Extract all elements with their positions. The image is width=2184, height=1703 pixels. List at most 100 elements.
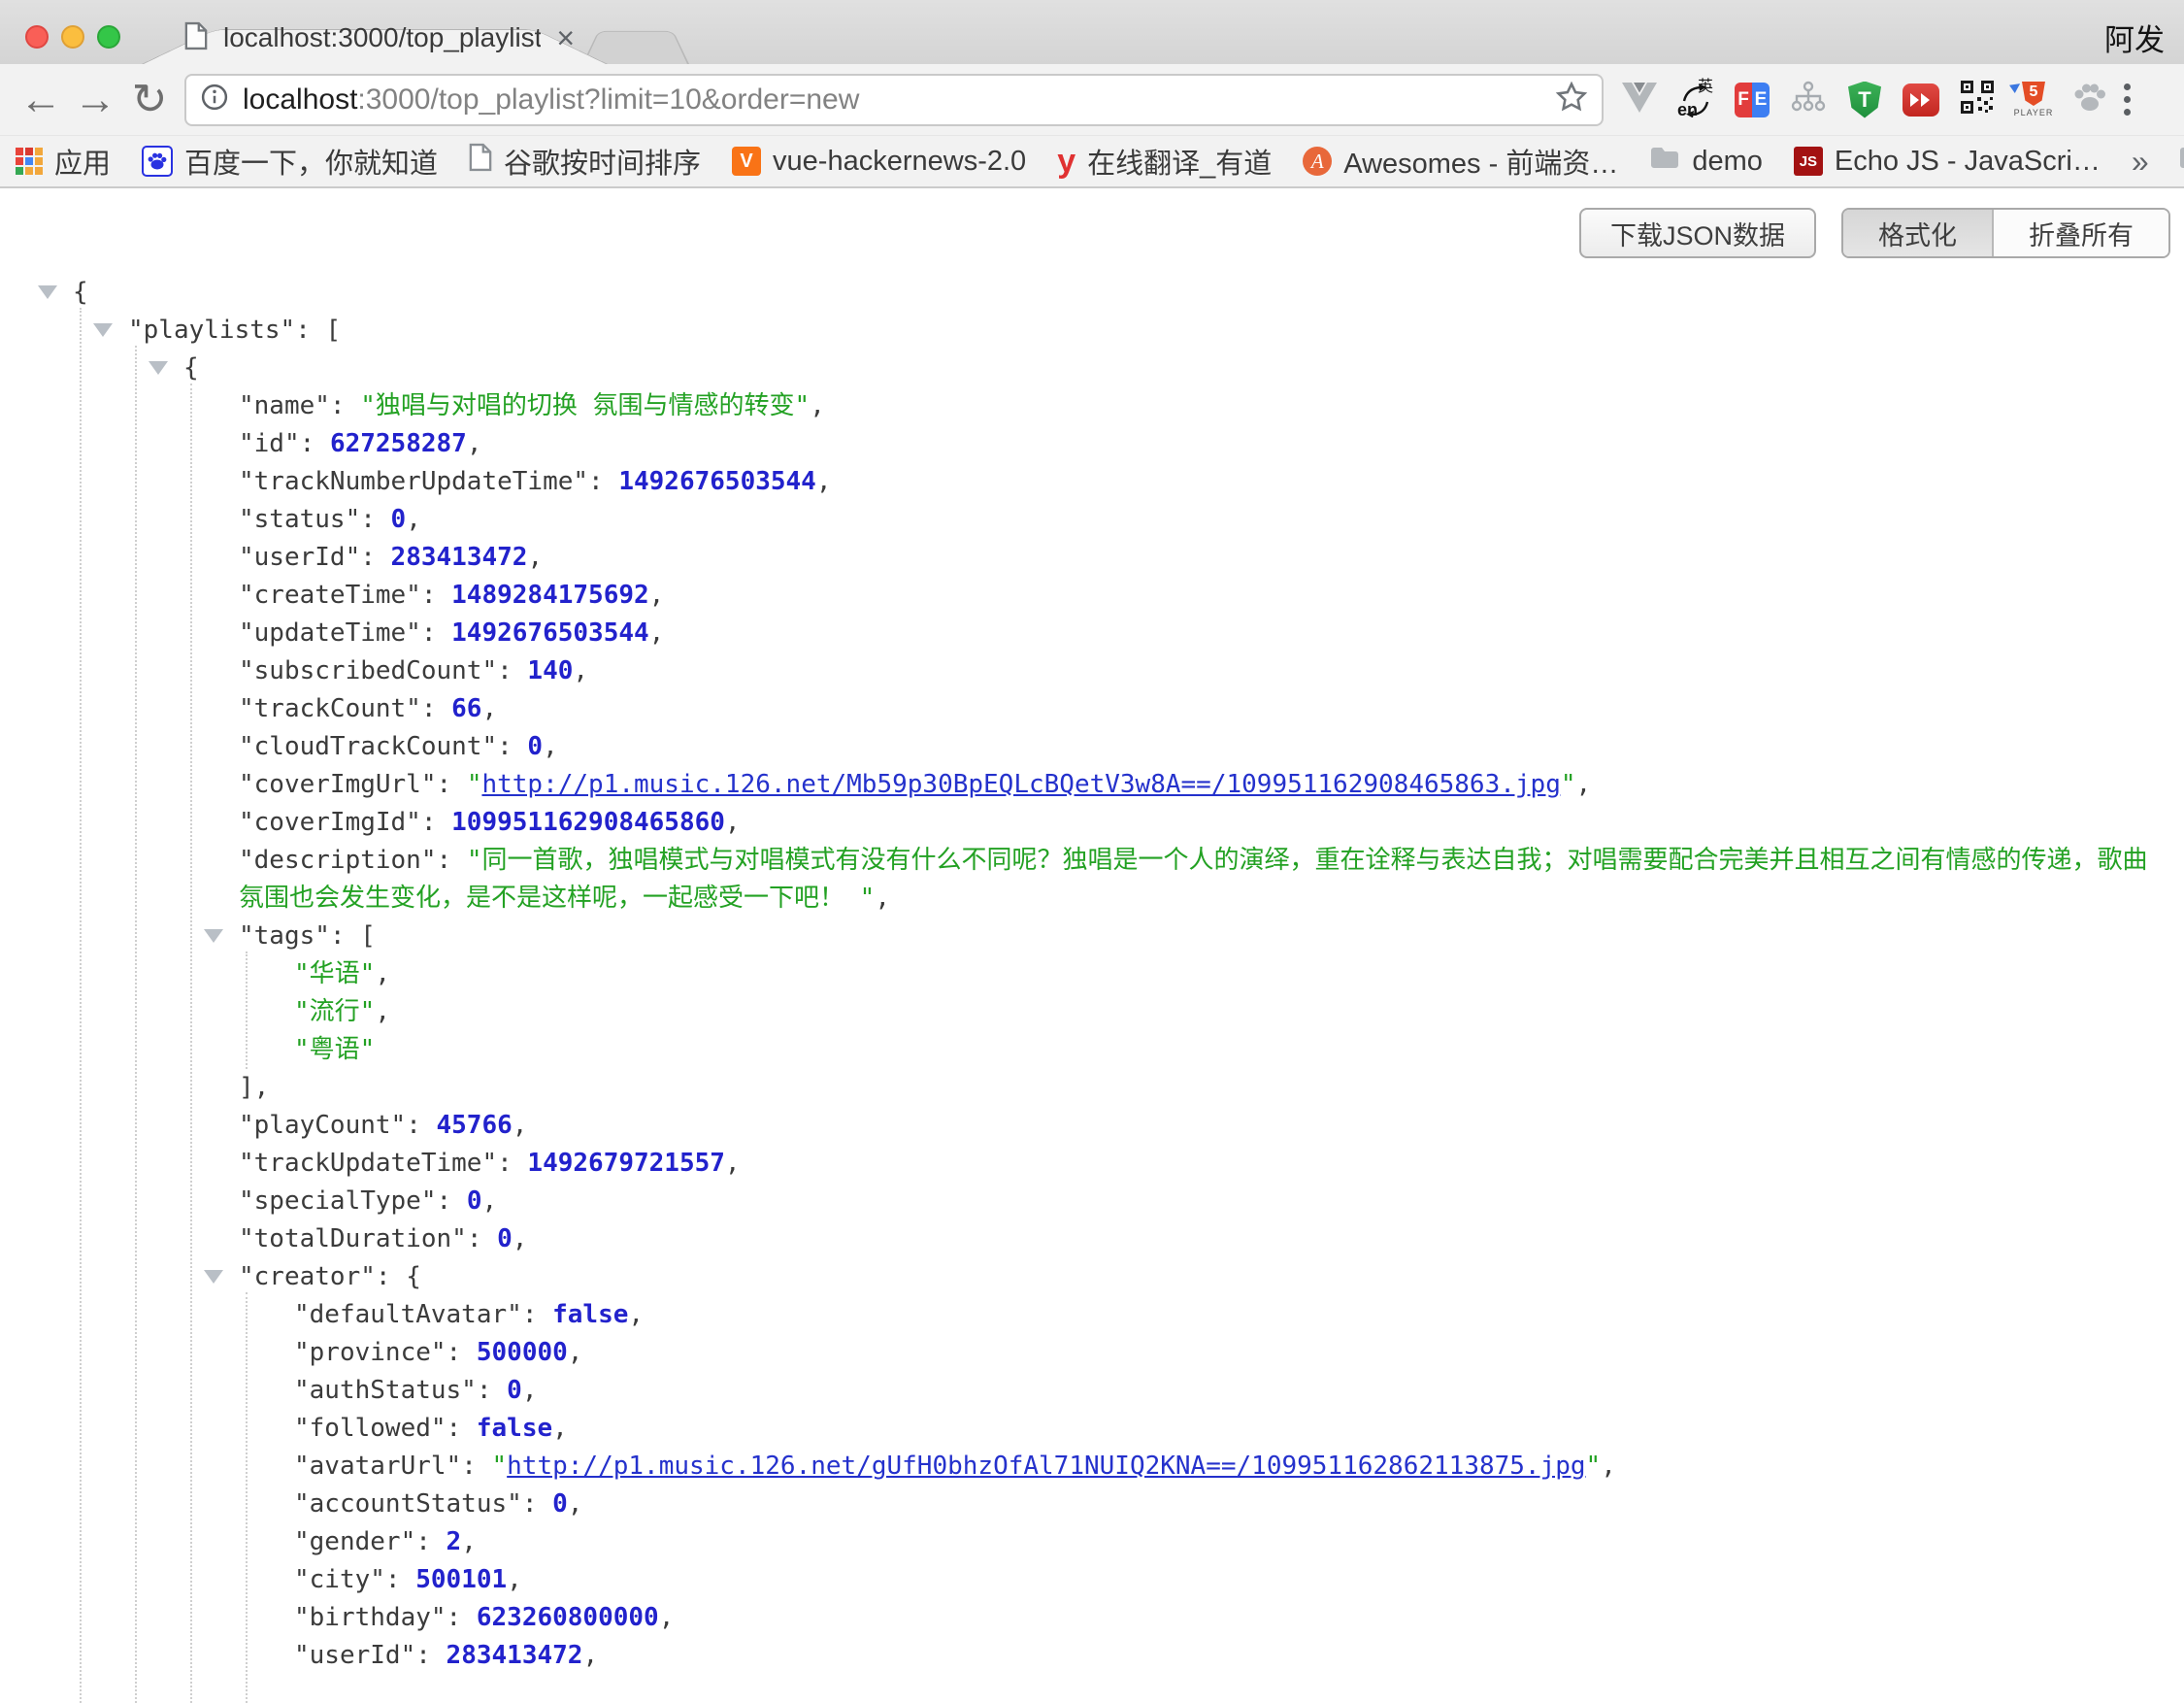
fe-icon[interactable]: FE	[1732, 80, 1772, 120]
json-line: "id": 627258287,	[0, 425, 2184, 463]
json-url-link[interactable]: http://p1.music.126.net/Mb59p30BpEQLcBQe…	[481, 770, 1560, 799]
json-punctuation: ,	[1601, 1452, 1616, 1481]
json-line: "粤语"	[0, 1031, 2184, 1069]
url-text[interactable]: localhost:3000/top_playlist?limit=10&ord…	[243, 83, 1541, 117]
zoom-window-button[interactable]	[97, 25, 120, 49]
collapse-triangle-icon[interactable]	[204, 1270, 223, 1284]
url-bar[interactable]: localhost:3000/top_playlist?limit=10&ord…	[184, 74, 1604, 126]
bookmark-item[interactable]: Vvue-hackernews-2.0	[732, 146, 1026, 178]
vue-devtools-icon[interactable]	[1619, 80, 1660, 120]
json-punctuation: ,	[522, 1376, 538, 1405]
indent-guide	[246, 952, 248, 1069]
shield-t-icon[interactable]: T	[1844, 80, 1885, 120]
other-bookmarks-folder[interactable]: 其他书签	[2178, 141, 2184, 182]
paw-icon[interactable]	[2069, 80, 2110, 120]
sitemap-icon[interactable]	[1788, 80, 1829, 120]
bookmarks-overflow-icon[interactable]: »	[2132, 144, 2149, 180]
chrome-menu-icon[interactable]	[2120, 80, 2134, 119]
page-content: 下载JSON数据 格式化 折叠所有 {"playlists": [{"name"…	[0, 188, 2184, 1703]
info-icon[interactable]	[200, 83, 229, 117]
json-key: "updateTime"	[239, 618, 421, 648]
json-line: ],	[0, 1069, 2184, 1107]
json-punctuation: :	[421, 694, 451, 723]
browser-window: localhost:3000/top_playlist?lim × 阿发 ← →…	[0, 0, 2184, 1703]
html5-player-icon[interactable]: 5PLAYER	[2013, 80, 2054, 120]
fast-forward-icon[interactable]	[1901, 80, 1941, 120]
json-punctuation: :	[415, 1527, 446, 1556]
bookmark-item[interactable]: 百度一下，你就知道	[142, 141, 438, 182]
indent-guide	[190, 384, 192, 1703]
echojs-icon: JS	[1794, 147, 1823, 176]
json-number-value: 283413472	[447, 1641, 583, 1670]
json-punctuation: :	[360, 505, 390, 534]
back-icon[interactable]: ←	[14, 73, 68, 127]
json-line: "playlists": [	[0, 312, 2184, 350]
json-number-value: 0	[552, 1489, 568, 1519]
json-key: "playCount"	[239, 1111, 406, 1140]
json-line: {	[0, 350, 2184, 387]
json-punctuation: ,	[1576, 770, 1592, 799]
json-punctuation: :	[447, 1603, 477, 1632]
browser-tab[interactable]: localhost:3000/top_playlist?lim ×	[142, 8, 608, 64]
qr-code-icon[interactable]	[1957, 80, 1998, 120]
tab-close-icon[interactable]: ×	[556, 22, 575, 53]
json-punctuation: :	[437, 846, 467, 875]
json-line: "coverImgUrl": "http://p1.music.126.net/…	[0, 766, 2184, 804]
json-key: "trackCount"	[239, 694, 421, 723]
json-line: "avatarUrl": "http://p1.music.126.net/gU…	[0, 1448, 2184, 1486]
bookmark-item[interactable]: JSEcho JS - JavaScri…	[1794, 146, 2101, 178]
json-key: "coverImgUrl"	[239, 770, 437, 799]
json-punctuation: ,	[810, 391, 825, 420]
json-punctuation: ,	[875, 884, 890, 913]
json-number-value: 66	[451, 694, 481, 723]
collapse-all-button[interactable]: 折叠所有	[1994, 210, 2168, 256]
json-key: "cloudTrackCount"	[239, 732, 497, 761]
json-punctuation: {	[73, 278, 88, 307]
json-line: "totalDuration": 0,	[0, 1220, 2184, 1258]
format-button[interactable]: 格式化	[1843, 210, 1994, 256]
translate-icon[interactable]: en英	[1675, 80, 1716, 120]
json-key: "coverImgId"	[239, 808, 421, 837]
json-string-value: "同一首歌，独唱模式与对唱模式有没有什么不同呢？独唱是一个人的演绎，重在诠释与表…	[239, 846, 2147, 913]
bookmark-item[interactable]: y在线翻译_有道	[1057, 141, 1272, 182]
collapse-triangle-icon[interactable]	[38, 285, 57, 299]
collapse-triangle-icon[interactable]	[204, 929, 223, 943]
json-line: "defaultAvatar": false,	[0, 1296, 2184, 1334]
json-punctuation: : [	[295, 316, 341, 345]
json-line: "createTime": 1489284175692,	[0, 577, 2184, 615]
close-window-button[interactable]	[25, 25, 49, 49]
json-line: "updateTime": 1492676503544,	[0, 615, 2184, 652]
json-punctuation: :	[497, 1149, 527, 1178]
bookmark-label: Awesomes - 前端资…	[1343, 141, 1618, 182]
json-number-value: 0	[507, 1376, 522, 1405]
json-key: "playlists"	[128, 316, 295, 345]
tab-strip: localhost:3000/top_playlist?lim × 阿发	[0, 0, 2184, 64]
bookmark-item[interactable]: 应用	[16, 141, 111, 182]
json-key: "createTime"	[239, 581, 421, 610]
json-punctuation: ,	[467, 429, 482, 458]
download-json-button[interactable]: 下载JSON数据	[1579, 208, 1816, 258]
json-punctuation: :	[447, 1338, 477, 1367]
profile-name[interactable]: 阿发	[2104, 16, 2165, 59]
json-punctuation: :	[415, 1641, 446, 1670]
collapse-triangle-icon[interactable]	[93, 323, 113, 337]
indent-guide	[246, 1292, 248, 1703]
indent-guide	[80, 308, 82, 1703]
json-punctuation: ,	[582, 1641, 598, 1670]
json-number-value: 1489284175692	[451, 581, 649, 610]
json-line: "userId": 283413472,	[0, 539, 2184, 577]
reload-icon[interactable]: ↻	[122, 73, 177, 127]
forward-icon[interactable]: →	[68, 73, 122, 127]
bookmark-item[interactable]: demo	[1649, 145, 1763, 178]
json-url-link[interactable]: http://p1.music.126.net/gUfH0bhzOfAl71NU…	[507, 1452, 1585, 1481]
json-line: "authStatus": 0,	[0, 1372, 2184, 1410]
minimize-window-button[interactable]	[61, 25, 84, 49]
bookmark-star-icon[interactable]	[1555, 81, 1588, 118]
json-punctuation: ,	[375, 959, 390, 988]
bookmark-item[interactable]: 谷歌按时间排序	[469, 141, 701, 182]
json-line: "trackNumberUpdateTime": 1492676503544,	[0, 463, 2184, 501]
vue-icon: V	[732, 147, 761, 176]
json-punctuation: ,	[406, 505, 421, 534]
bookmark-item[interactable]: AAwesomes - 前端资…	[1303, 141, 1618, 182]
collapse-triangle-icon[interactable]	[149, 361, 168, 375]
